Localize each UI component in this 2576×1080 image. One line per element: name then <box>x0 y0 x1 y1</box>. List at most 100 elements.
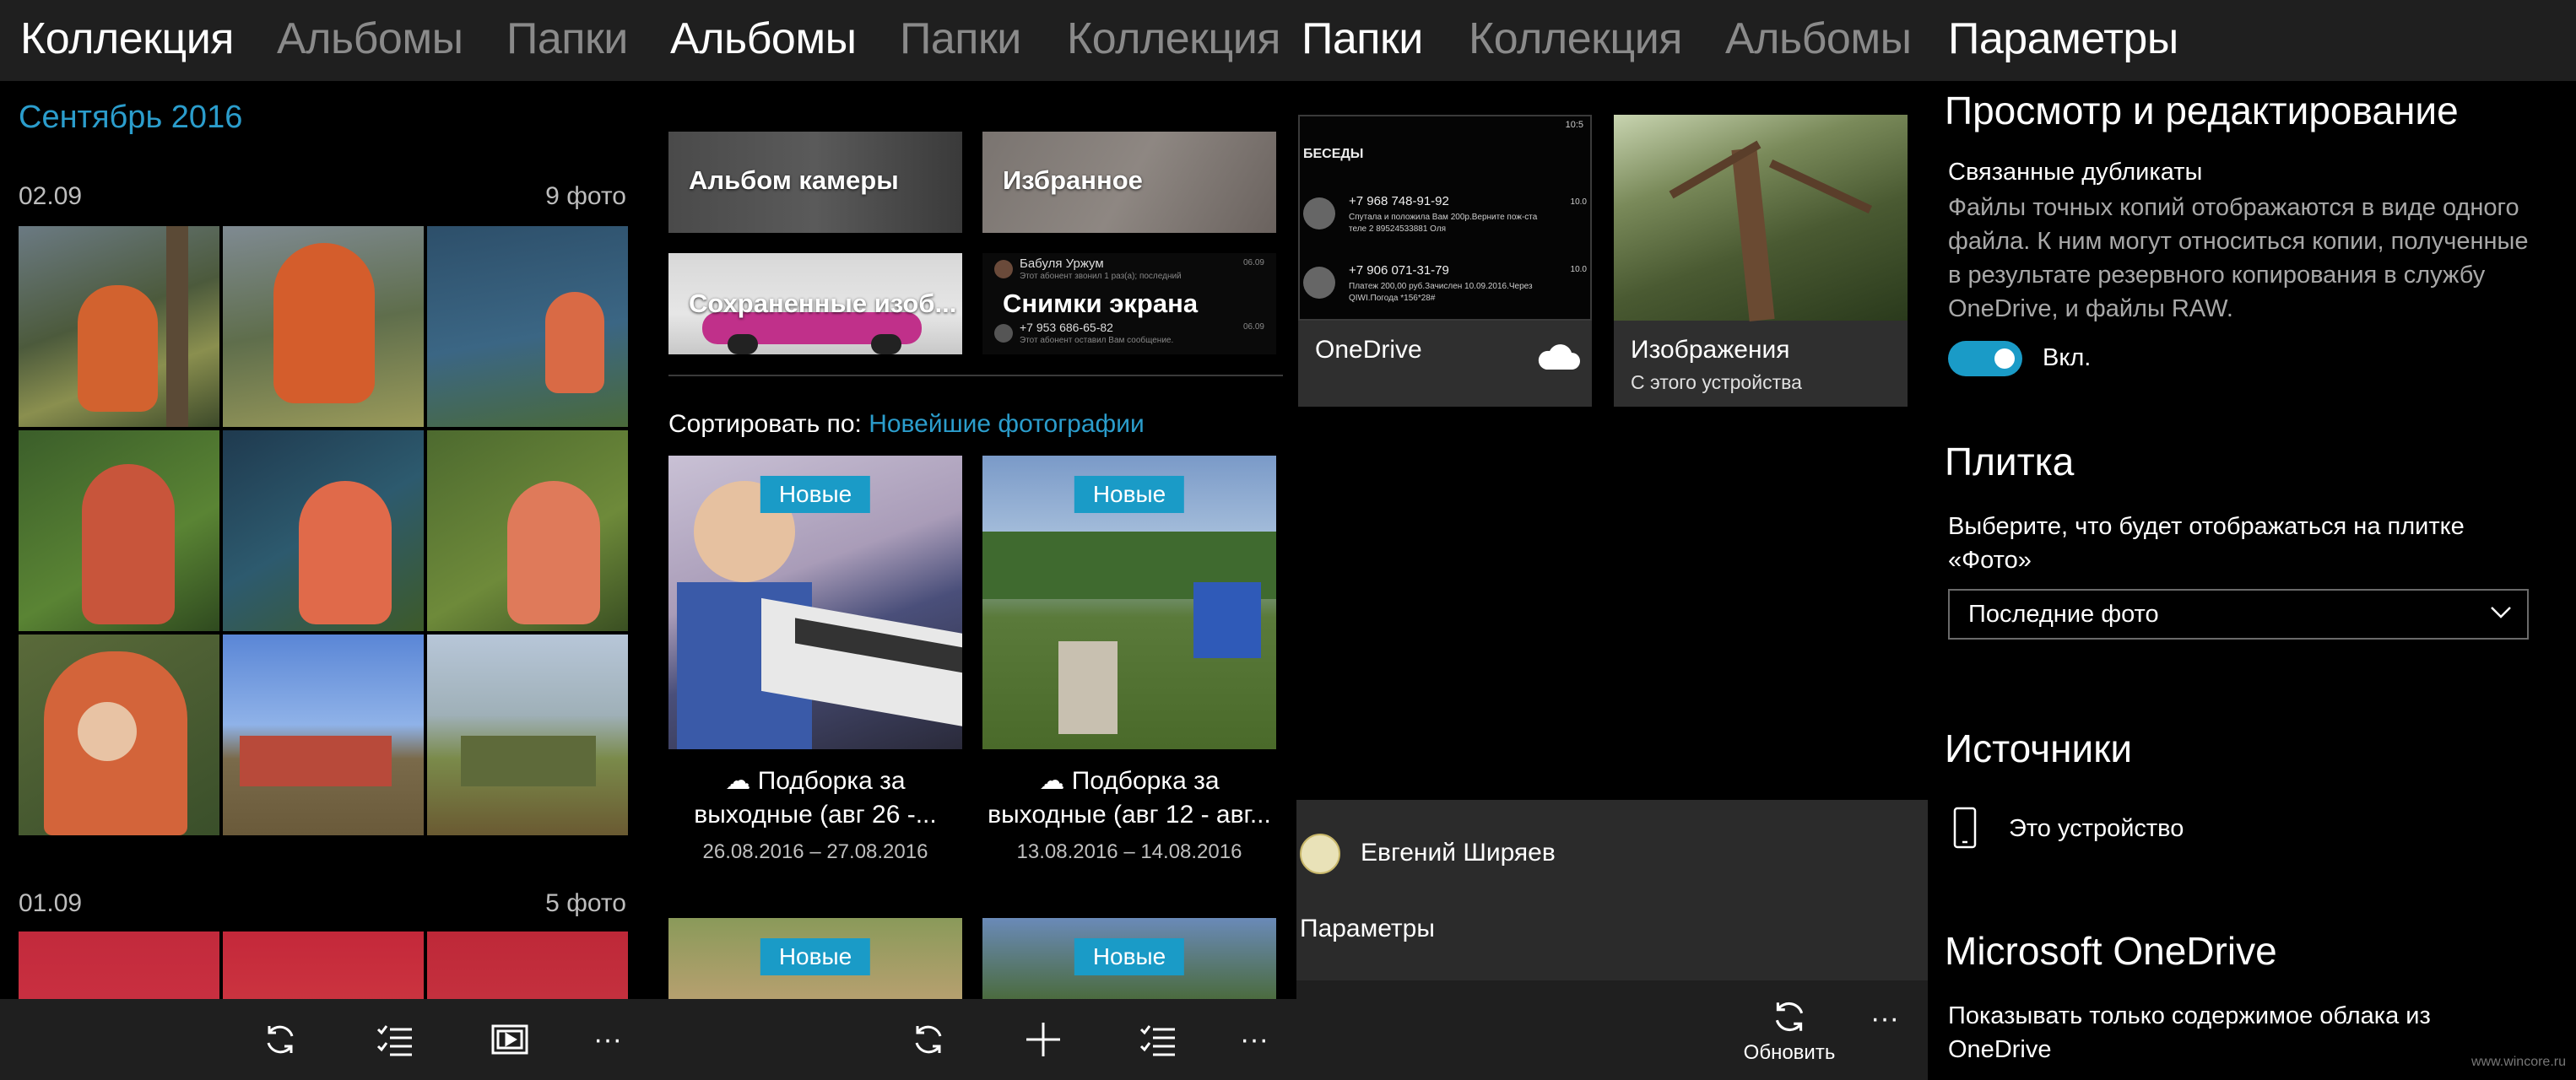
memory-card[interactable]: Новые <box>668 918 962 1002</box>
album-title: Сохраненные изоб... <box>689 289 957 318</box>
preview-text: +7 906 071-31-79 <box>1349 263 1449 278</box>
sort-row[interactable]: Сортировать по: Новейшие фотографии <box>668 410 1145 439</box>
photo-thumb[interactable] <box>223 634 424 835</box>
select-icon[interactable] <box>373 1018 417 1061</box>
cloud-icon: ☁ <box>1039 767 1065 795</box>
folder-preview <box>1614 115 1908 322</box>
memory-dates: 26.08.2016 – 27.08.2016 <box>702 840 928 863</box>
nav-settings-item[interactable]: Параметры <box>1300 915 1435 943</box>
memory-card[interactable]: Новые <box>982 918 1276 1002</box>
photo-thumb[interactable] <box>19 430 219 631</box>
sort-label: Сортировать по: <box>668 410 862 438</box>
refresh-button[interactable]: Обновить <box>1739 997 1840 1073</box>
photo-thumb[interactable] <box>223 430 424 631</box>
pivot-tab-folders[interactable]: Папки <box>506 14 628 64</box>
refresh-label: Обновить <box>1743 1041 1836 1064</box>
preview-text: Спутала и положила Вам 200р.Верните пож-… <box>1349 213 1538 222</box>
preview-text: Бабуля Уржум <box>1020 256 1104 271</box>
more-icon[interactable]: ··· <box>586 1018 630 1061</box>
memory-title-line2: выходные (авг 12 - авг... <box>988 801 1271 829</box>
panel-collection: Коллекция Альбомы Папки Сентябрь 2016 02… <box>0 0 662 1080</box>
pivot-header: Параметры <box>1928 0 2576 81</box>
memory-title-line1: Подборка за <box>757 767 906 795</box>
folder-tile-onedrive[interactable]: 10:5 БЕСЕДЫ +7 968 748-91-92 Спутала и п… <box>1298 115 1592 407</box>
avatar <box>994 260 1013 278</box>
memory-card[interactable]: Новые <box>982 456 1276 749</box>
photo-thumb[interactable] <box>19 634 219 835</box>
add-icon[interactable] <box>1021 1018 1065 1061</box>
user-name: Евгений Ширяев <box>1361 839 1556 867</box>
photo-thumb[interactable] <box>427 430 628 631</box>
month-header[interactable]: Сентябрь 2016 <box>19 100 242 136</box>
onedrive-desc: Показывать только содержимое облака из O… <box>1948 999 2431 1066</box>
desc-line: OneDrive, и файлы RAW. <box>1948 295 2233 322</box>
folder-sub: С этого устройства <box>1631 371 1802 393</box>
folder-name: Изображения <box>1631 336 1790 364</box>
photo-thumb[interactable] <box>19 226 219 427</box>
linked-duplicates-title: Связанные дубликаты <box>1948 159 2203 186</box>
photo-thumb[interactable] <box>19 932 219 999</box>
toggle-state-label: Вкл. <box>2043 344 2092 371</box>
memory-title-line2: выходные (авг 26 -... <box>694 801 937 829</box>
pivot-tab-collection[interactable]: Коллекция <box>1067 14 1280 64</box>
section-heading-sources: Источники <box>1945 726 2133 770</box>
new-badge: Новые <box>1074 938 1185 975</box>
slideshow-icon[interactable] <box>488 1018 532 1061</box>
divider <box>668 375 1283 376</box>
more-icon[interactable]: ··· <box>1232 1018 1276 1061</box>
sort-value[interactable]: Новейшие фотографии <box>869 410 1145 438</box>
panel-folders: Папки Коллекция Альбомы 10:5 БЕСЕДЫ +7 9… <box>1296 0 1928 1080</box>
preview-text: теле 2 89524533881 Оля <box>1349 224 1447 234</box>
pivot-tab-collection[interactable]: Коллекция <box>1469 14 1682 64</box>
desc-line: Показывать только содержимое облака из <box>1948 1002 2431 1029</box>
chevron-down-icon <box>2490 606 2512 624</box>
photo-thumb[interactable] <box>427 226 628 427</box>
refresh-icon <box>1739 997 1840 1036</box>
folder-tile-images[interactable]: Изображения С этого устройства <box>1614 115 1908 407</box>
pivot-tab-folders[interactable]: Папки <box>900 14 1021 64</box>
new-badge: Новые <box>760 476 871 513</box>
album-tile-saved[interactable]: Сохраненные изоб... <box>668 253 962 354</box>
tile-select[interactable]: Последние фото <box>1948 589 2529 640</box>
more-icon[interactable]: ··· <box>1870 1002 1899 1035</box>
pivot-tab-albums[interactable]: Альбомы <box>1725 14 1912 64</box>
avatar <box>1300 834 1340 874</box>
desc-line: Файлы точных копий отображаются в виде о… <box>1948 194 2519 221</box>
linked-duplicates-toggle[interactable] <box>1948 341 2022 376</box>
avatar <box>994 324 1013 343</box>
memory-title: ☁ Подборка за выходные (авг 12 - авг... <box>982 764 1276 832</box>
new-badge: Новые <box>760 938 871 975</box>
folder-preview: 10:5 БЕСЕДЫ +7 968 748-91-92 Спутала и п… <box>1298 115 1592 321</box>
source-label: Это устройство <box>2009 815 2184 842</box>
pivot-tab-albums[interactable]: Альбомы <box>670 14 857 64</box>
preview-text: 06.09 <box>1242 258 1264 267</box>
album-tile-screenshots[interactable]: Бабуля Уржум Этот абонент звонил 1 раз(а… <box>982 253 1276 354</box>
photo-thumb[interactable] <box>223 226 424 427</box>
nav-user-row[interactable]: Евгений Ширяев <box>1296 825 1928 884</box>
group-date: 01.09 <box>19 889 83 917</box>
preview-text: +7 968 748-91-92 <box>1349 194 1449 208</box>
pivot-tab-albums[interactable]: Альбомы <box>277 14 463 64</box>
album-tile-favorites[interactable]: Избранное <box>982 132 1276 233</box>
section-heading-view-edit: Просмотр и редактирование <box>1945 89 2459 132</box>
photo-thumb[interactable] <box>427 932 628 999</box>
photo-thumb[interactable] <box>427 634 628 835</box>
preview-text: БЕСЕДЫ <box>1303 147 1364 161</box>
desc-line: файла. К ним могут относиться копии, пол… <box>1948 228 2529 255</box>
group-count: 9 фото <box>545 182 626 210</box>
pivot-tab-folders[interactable]: Папки <box>1302 14 1423 64</box>
folder-name: OneDrive <box>1315 336 1422 364</box>
pivot-tab-settings[interactable]: Параметры <box>1948 14 2178 64</box>
group-date: 02.09 <box>19 182 83 210</box>
memory-card[interactable]: Новые <box>668 456 962 749</box>
pivot-header: Коллекция Альбомы Папки <box>0 0 662 81</box>
pivot-header: Альбомы Папки Коллекция <box>662 0 1296 81</box>
photo-thumb[interactable] <box>223 932 424 999</box>
source-item-device[interactable]: Это устройство <box>1948 803 2539 857</box>
sync-icon[interactable] <box>906 1018 950 1061</box>
pivot-tab-collection[interactable]: Коллекция <box>20 14 234 64</box>
select-icon[interactable] <box>1136 1018 1180 1061</box>
sync-icon[interactable] <box>258 1018 302 1061</box>
album-tile-camera[interactable]: Альбом камеры <box>668 132 962 233</box>
panel-settings: Параметры Просмотр и редактирование Связ… <box>1928 0 2576 1080</box>
